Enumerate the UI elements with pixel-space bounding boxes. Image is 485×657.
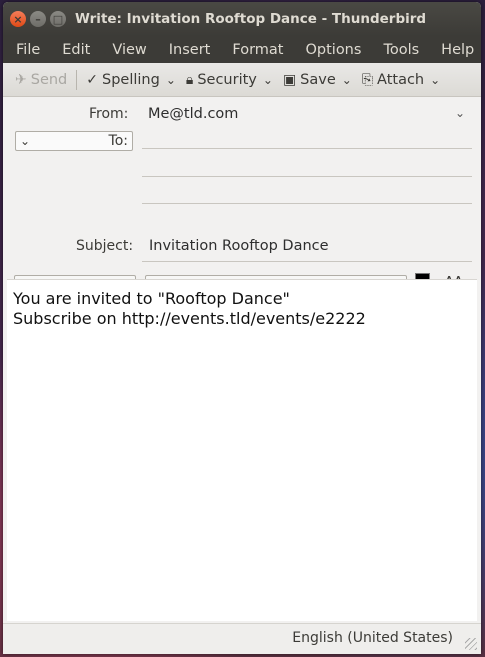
recipient-type-select[interactable]: ⌄ To: — [15, 131, 133, 151]
menu-bar: File Edit View Insert Format Options Too… — [3, 36, 481, 63]
menu-view[interactable]: View — [112, 42, 146, 58]
menu-options[interactable]: Options — [305, 42, 361, 58]
minimize-window-button[interactable]: – — [30, 11, 46, 27]
menu-file[interactable]: File — [16, 42, 40, 58]
save-icon: ▣ — [282, 71, 297, 88]
subject-underline — [142, 261, 472, 262]
send-button[interactable]: ✈ Send — [3, 63, 72, 96]
send-label: Send — [30, 71, 68, 88]
spelling-label: Spelling — [102, 71, 160, 88]
menu-help[interactable]: Help — [441, 42, 474, 58]
maximize-window-button[interactable]: □ — [50, 11, 66, 27]
toolbar-separator — [76, 69, 78, 90]
attach-button[interactable]: ⎘ Attach ⌄ — [357, 63, 445, 96]
subject-row: Subject: Invitation Rooftop Dance — [3, 237, 481, 268]
send-icon: ✈ — [15, 71, 27, 88]
compose-toolbar: ✈ Send ✓ Spelling ⌄ 🔒︎ Security ⌄ ▣ Save… — [3, 63, 481, 97]
title-bar: × – □ Write: Invitation Rooftop Dance - … — [3, 2, 481, 36]
spelling-button[interactable]: ✓ Spelling ⌄ — [81, 63, 181, 96]
attach-label: Attach — [377, 71, 425, 88]
menu-edit[interactable]: Edit — [62, 42, 90, 58]
window-title: Write: Invitation Rooftop Dance - Thunde… — [75, 11, 427, 27]
chevron-down-icon[interactable]: ⌄ — [428, 73, 440, 87]
from-field[interactable]: Me@tld.com — [148, 106, 238, 122]
from-label: From: — [89, 106, 129, 122]
to-field[interactable] — [142, 148, 472, 149]
resize-grip-icon[interactable] — [465, 638, 477, 650]
compose-window: × – □ Write: Invitation Rooftop Dance - … — [3, 2, 481, 654]
chevron-down-icon: ⌄ — [20, 134, 31, 148]
language-indicator[interactable]: English (United States) — [292, 630, 453, 646]
menu-format[interactable]: Format — [232, 42, 283, 58]
body-line: Subscribe on http://events.tld/events/e2… — [13, 309, 366, 328]
subject-label: Subject: — [76, 238, 134, 254]
chevron-down-icon[interactable]: ⌄ — [340, 73, 352, 87]
paperclip-icon: ⎘ — [361, 71, 374, 88]
chevron-down-icon[interactable]: ⌄ — [455, 106, 465, 120]
recipient-field-empty[interactable] — [142, 203, 472, 204]
save-label: Save — [300, 71, 336, 88]
message-body-editor[interactable]: You are invited to "Rooftop Dance" Subsc… — [7, 279, 477, 621]
security-label: Security — [197, 71, 257, 88]
save-button[interactable]: ▣ Save ⌄ — [278, 63, 357, 96]
spellcheck-icon: ✓ — [86, 71, 98, 88]
security-button[interactable]: 🔒︎ Security ⌄ — [181, 63, 278, 96]
subject-field[interactable]: Invitation Rooftop Dance — [149, 238, 329, 254]
to-label: To: — [108, 133, 128, 149]
close-window-button[interactable]: × — [10, 11, 26, 27]
menu-insert[interactable]: Insert — [169, 42, 211, 58]
body-line: You are invited to "Rooftop Dance" — [13, 289, 290, 308]
recipient-field-empty[interactable] — [142, 176, 472, 177]
lock-icon: 🔒︎ — [185, 71, 194, 88]
chevron-down-icon[interactable]: ⌄ — [261, 73, 273, 87]
message-headers: From: Me@tld.com ⌄ ⌄ To: — [3, 97, 481, 237]
status-bar: English (United States) — [3, 623, 481, 654]
chevron-down-icon[interactable]: ⌄ — [164, 73, 176, 87]
menu-tools[interactable]: Tools — [383, 42, 419, 58]
